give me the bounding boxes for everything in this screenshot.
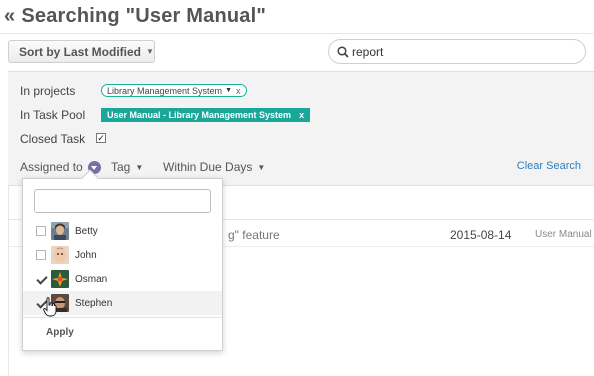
remove-project-tag[interactable]: x	[236, 86, 241, 96]
result-task-date: 2015-08-14	[450, 228, 512, 242]
assignee-name: Osman	[75, 273, 108, 285]
caret-down-icon[interactable]: ▼	[225, 87, 232, 94]
sort-button-label: Sort by Last Modified	[19, 44, 142, 59]
title-divider	[0, 33, 594, 34]
assignee-name: Betty	[75, 225, 98, 237]
search-results-page: « Searching "User Manual" Sort by Last Mo…	[0, 0, 594, 376]
search-input[interactable]	[352, 44, 572, 59]
tag-filter[interactable]: Tag ▼	[111, 160, 143, 174]
clear-search-link[interactable]: Clear Search	[517, 160, 581, 172]
due-days-label: Within Due Days	[163, 160, 253, 174]
assignee-option-osman[interactable]: Osman	[23, 267, 222, 291]
assignee-name: John	[75, 249, 97, 261]
assignee-dropdown: Betty John Osman Stephen Apply	[22, 169, 223, 351]
assignee-option-john[interactable]: John	[23, 243, 222, 267]
result-task-pool[interactable]: User Manual	[535, 229, 592, 240]
assignee-checkbox[interactable]	[36, 226, 46, 236]
task-pool-label: In Task Pool	[20, 108, 86, 122]
assignee-option-betty[interactable]: Betty	[23, 219, 222, 243]
task-pool-filter-tag[interactable]: User Manual - Library Management System …	[101, 108, 311, 122]
assignee-name: Stephen	[75, 297, 113, 309]
apply-button[interactable]: Apply	[46, 327, 74, 338]
avatar	[51, 246, 69, 264]
search-box[interactable]	[328, 39, 586, 64]
remove-task-pool-tag[interactable]: x	[299, 110, 304, 120]
closed-task-label: Closed Task	[20, 132, 86, 146]
page-title-text: Searching "User Manual"	[21, 5, 267, 27]
assignee-checkbox[interactable]	[36, 250, 46, 260]
avatar	[51, 222, 69, 240]
result-task-title[interactable]: g" feature	[228, 228, 280, 242]
project-tag-label: Library Management System	[107, 85, 223, 96]
closed-task-checkbox[interactable]: ✓	[96, 133, 106, 143]
tag-filter-label: Tag	[111, 160, 131, 174]
projects-label: In projects	[20, 84, 76, 98]
chevron-down-icon: ▼	[257, 162, 266, 172]
assignee-search-input[interactable]	[34, 189, 211, 213]
back-link[interactable]: «	[4, 5, 15, 27]
avatar	[51, 270, 69, 288]
content-border	[8, 186, 9, 376]
search-icon	[337, 45, 349, 58]
project-filter-tag[interactable]: Library Management System ▼ x	[101, 84, 247, 97]
dropdown-divider	[23, 317, 222, 318]
task-pool-tag-label: User Manual - Library Management System	[107, 110, 292, 120]
assigned-to-label: Assigned to	[20, 160, 83, 174]
sort-button[interactable]: Sort by Last Modified ▼	[8, 40, 155, 63]
chevron-down-icon: ▼	[146, 47, 154, 56]
page-title: « Searching "User Manual"	[4, 5, 266, 28]
hand-pointer-icon	[43, 297, 57, 317]
chevron-down-icon: ▼	[135, 162, 144, 172]
assignee-checkbox[interactable]	[36, 274, 46, 284]
due-days-filter[interactable]: Within Due Days ▼	[163, 160, 265, 174]
filter-panel: In projects Library Management System ▼ …	[8, 71, 594, 186]
